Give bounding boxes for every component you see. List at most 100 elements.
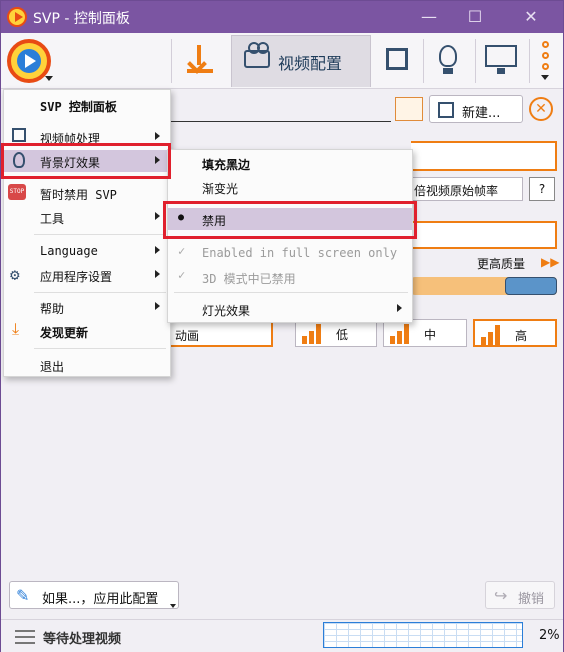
submenu-arrow-icon <box>155 212 160 220</box>
check-icon: ✓ <box>178 268 186 282</box>
menu-item-label: 3D 模式中已禁用 <box>202 272 296 286</box>
toolbar-divider <box>475 39 476 83</box>
menu-item-disable-svp[interactable]: STOP 暂时禁用 SVP <box>4 182 170 204</box>
menu-item-help[interactable]: 帮助 <box>4 296 170 318</box>
quality-low-label: 低 <box>336 328 349 342</box>
download-icon: ⤓ <box>12 319 20 338</box>
signal-bars-icon <box>481 325 507 345</box>
profile-name-underline <box>171 121 391 122</box>
menu-item-label: 工具 <box>40 212 65 226</box>
menu-separator <box>174 292 408 293</box>
download-button[interactable] <box>179 35 227 87</box>
download-tray <box>187 69 213 73</box>
menu-item-label: 填充黑边 <box>202 158 251 172</box>
undo-button[interactable]: ↪ 撤销 <box>485 581 555 609</box>
check-icon: ✓ <box>178 244 186 258</box>
animation-option[interactable]: 动画 <box>171 319 273 347</box>
more-icon-dot <box>542 63 549 70</box>
submenu-arrow-icon <box>155 270 160 278</box>
tab-video-config-label: 视频配置 <box>278 54 343 73</box>
menu-item-check-updates[interactable]: ⤓ 发现更新 <box>4 320 170 342</box>
signal-bars-icon <box>302 324 328 344</box>
submenu-item-3d-disabled[interactable]: ✓ 3D 模式中已禁用 <box>168 266 412 288</box>
menu-item-tools[interactable]: 工具 <box>4 206 170 228</box>
quality-mid-button[interactable]: 中 <box>383 319 467 347</box>
tab-video-config[interactable]: 视频配置 <box>231 35 371 87</box>
menu-item-app-settings[interactable]: ⚙ 应用程序设置 <box>4 264 170 286</box>
submenu-arrow-icon <box>155 132 160 140</box>
undo-label: 撤销 <box>518 592 545 607</box>
toolbar-divider <box>423 39 424 83</box>
frame-rate-select[interactable]: 倍视频原始帧率 <box>411 177 523 201</box>
menu-item-control-panel[interactable]: SVP 控制面板 <box>4 94 170 116</box>
annotation-highlight-box <box>1 143 171 179</box>
new-profile-icon <box>438 102 454 118</box>
frame-rate-value: 倍视频原始帧率 <box>414 184 499 198</box>
menu-separator <box>34 292 166 293</box>
chevron-down-icon <box>541 75 549 80</box>
title-bar: SVP - 控制面板 — ☐ ✕ <box>1 1 563 33</box>
quality-slider[interactable] <box>411 277 557 295</box>
menu-item-label: 发现更新 <box>40 326 89 340</box>
monitor-stand <box>497 68 505 74</box>
menu-item-label: Enabled in full screen only <box>202 246 398 260</box>
lightbulb-icon <box>439 45 457 67</box>
toolbar-divider <box>529 39 530 83</box>
monitor-icon <box>485 45 517 67</box>
crop-button[interactable] <box>377 35 421 87</box>
help-button[interactable]: ? <box>529 177 555 201</box>
pin-icon: ✎ <box>16 586 30 605</box>
submenu-arrow-icon <box>155 302 160 310</box>
option-box[interactable] <box>411 221 557 249</box>
submenu-item-fullscreen-only[interactable]: ✓ Enabled in full screen only <box>168 242 412 264</box>
animation-label: 动画 <box>175 329 200 343</box>
menu-item-label: 应用程序设置 <box>40 270 113 284</box>
minimize-button[interactable]: — <box>419 7 439 27</box>
submenu-item-fill-black-borders[interactable]: 填充黑边 <box>168 152 412 174</box>
new-profile-label: 新建... <box>462 106 501 121</box>
svp-main-menu: SVP 控制面板 视频帧处理 背景灯效果 STOP 暂时禁用 SVP 工具 La… <box>3 89 171 377</box>
option-box[interactable] <box>411 141 557 171</box>
status-bar: 等待处理视频 2% <box>1 619 563 652</box>
maximize-button[interactable]: ☐ <box>465 7 485 27</box>
close-profile-button[interactable]: ✕ <box>529 97 553 121</box>
fast-forward-icon: ▶▶ <box>541 255 560 269</box>
menu-separator <box>34 234 166 235</box>
gear-icon: ⚙ <box>10 265 20 284</box>
menu-item-exit[interactable]: 退出 <box>4 354 170 376</box>
lighting-button[interactable] <box>425 35 473 87</box>
quality-low-button[interactable]: 低 <box>295 319 377 347</box>
more-icon <box>542 41 549 48</box>
menu-item-label: 帮助 <box>40 302 65 316</box>
crop-icon <box>12 128 26 142</box>
apply-config-button[interactable]: ✎ 如果...，应用此配置 <box>9 581 179 609</box>
close-window-button[interactable]: ✕ <box>521 7 541 27</box>
toolbar-divider <box>171 39 172 83</box>
stop-icon: STOP <box>8 184 26 200</box>
svp-window: SVP - 控制面板 — ☐ ✕ 视频配置 新建... ✕ 倍视频原始帧率 ? … <box>0 0 564 652</box>
slider-thumb[interactable] <box>505 277 557 295</box>
menu-item-label: 渐变光 <box>202 182 239 196</box>
menu-item-label: Language <box>40 244 98 258</box>
quality-high-button[interactable]: 高 <box>473 319 557 347</box>
submenu-arrow-icon <box>155 246 160 254</box>
link-profile-button[interactable] <box>395 97 423 121</box>
svp-app-icon <box>7 7 27 27</box>
lightbulb-base <box>443 68 453 74</box>
status-text: 等待处理视频 <box>43 632 122 647</box>
new-profile-button[interactable]: 新建... <box>429 95 523 123</box>
menu-item-language[interactable]: Language <box>4 240 170 262</box>
menu-item-label: 灯光效果 <box>202 304 251 318</box>
menu-item-label: 暂时禁用 SVP <box>40 188 117 202</box>
quality-high-label: 高 <box>515 329 528 343</box>
hamburger-icon[interactable] <box>15 630 35 644</box>
submenu-item-gradient-light[interactable]: 渐变光 <box>168 176 412 198</box>
monitor-button[interactable] <box>477 35 527 87</box>
signal-bars-icon <box>390 324 416 344</box>
apply-config-label: 如果...，应用此配置 <box>42 592 159 607</box>
play-icon <box>17 49 41 73</box>
higher-quality-label: 更高质量 <box>477 257 526 271</box>
submenu-item-light-effects[interactable]: 灯光效果 <box>168 298 412 320</box>
more-button[interactable] <box>533 35 561 87</box>
undo-icon: ↪ <box>494 586 508 605</box>
